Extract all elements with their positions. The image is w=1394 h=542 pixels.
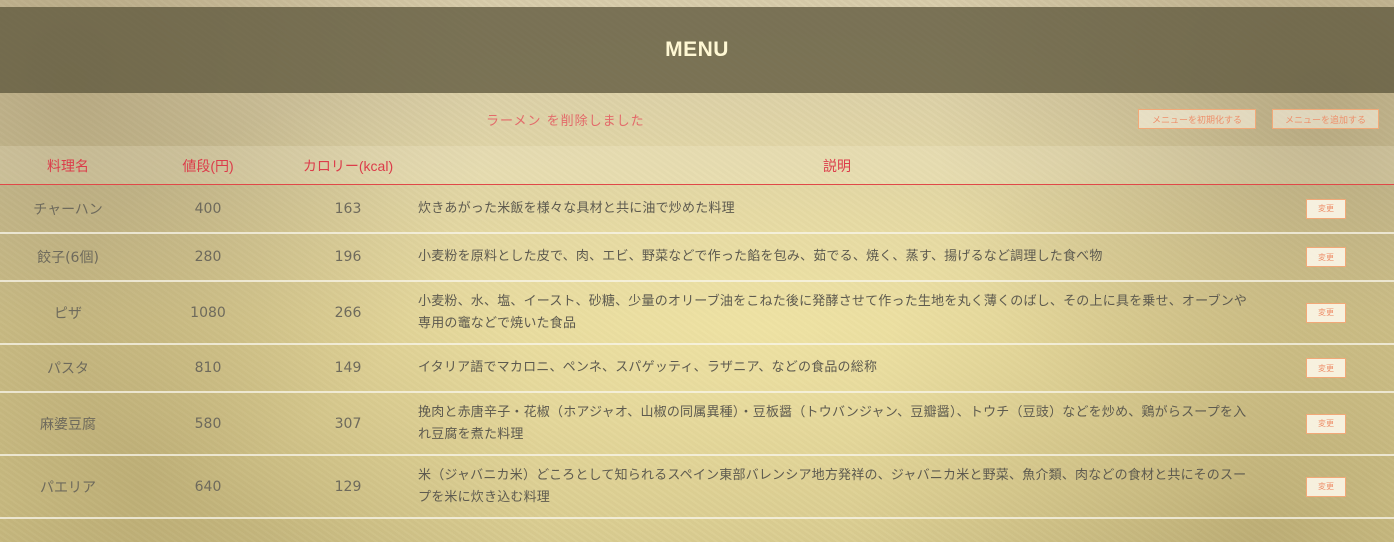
dish-name: パスタ (47, 361, 89, 377)
edit-button[interactable]: 変更 (1306, 413, 1346, 434)
dish-name: パエリア (40, 479, 96, 496)
table-header: 料理名 値段(円) カロリー(kcal) 説明 (0, 146, 1394, 185)
table-row: ピザ 1080 266 小麦粉、水、塩、イースト、砂糖、少量のオリーブ油をこねた… (0, 282, 1394, 345)
dish-price: 400 (194, 200, 222, 217)
dish-description: 挽肉と赤唐辛子・花椒（ホアジャオ、山椒の同属異種）・豆板醤（トウバンジャン、豆瓣… (418, 404, 1247, 442)
dish-name: ピザ (54, 305, 82, 322)
dish-calories: 266 (334, 304, 362, 321)
table-row: パスタ 810 149 イタリア語でマカロニ、ペンネ、スパゲッティ、ラザニア、な… (0, 345, 1394, 393)
dish-description: 小麦粉、水、塩、イースト、砂糖、少量のオリーブ油をこねた後に発酵させて作った生地… (418, 293, 1248, 331)
dish-price: 810 (194, 360, 222, 376)
edit-button[interactable]: 変更 (1306, 358, 1346, 378)
page-title: MENU (665, 38, 729, 61)
column-header-calories: カロリー(kcal) (302, 158, 394, 174)
edit-button[interactable]: 変更 (1306, 198, 1346, 219)
status-message: ラーメン を削除しました (486, 114, 645, 129)
dish-name: 餃子(6個) (37, 250, 99, 266)
dish-calories: 307 (334, 415, 362, 432)
dish-price: 580 (194, 415, 222, 432)
dish-calories: 196 (334, 249, 362, 265)
dish-calories: 163 (334, 200, 362, 217)
edit-button[interactable]: 変更 (1306, 302, 1346, 323)
add-menu-button[interactable]: メニューを追加する (1272, 109, 1379, 129)
edit-button[interactable]: 変更 (1306, 476, 1346, 497)
dish-calories: 149 (334, 360, 362, 376)
table-row: 餃子(6個) 280 196 小麦粉を原料とした皮で、肉、エビ、野菜などで作った… (0, 234, 1394, 282)
dish-name: チャーハン (33, 201, 103, 218)
dish-description: 炊きあがった米飯を様々な具材と共に油で炒めた料理 (418, 200, 735, 216)
column-header-price: 値段(円) (182, 158, 234, 174)
table-row: パエリア 640 129 米（ジャバニカ米）どころとして知られるスペイン東部バレ… (0, 456, 1394, 519)
reset-menu-button[interactable]: メニューを初期化する (1138, 109, 1256, 129)
dish-price: 640 (194, 478, 222, 495)
table-row: チャーハン 400 163 炊きあがった米飯を様々な具材と共に油で炒めた料理 変… (0, 185, 1394, 234)
column-header-description: 説明 (823, 158, 851, 174)
dish-description: 小麦粉を原料とした皮で、肉、エビ、野菜などで作った餡を包み、茹でる、焼く、蒸す、… (418, 249, 1103, 264)
dish-price: 280 (194, 249, 222, 265)
table-row: 麻婆豆腐 580 307 挽肉と赤唐辛子・花椒（ホアジャオ、山椒の同属異種）・豆… (0, 393, 1394, 456)
dish-price: 1080 (190, 304, 226, 321)
dish-description: 米（ジャバニカ米）どころとして知られるスペイン東部バレンシア地方発祥の、ジャバニ… (418, 467, 1247, 505)
dish-name: 麻婆豆腐 (40, 416, 96, 433)
dish-calories: 129 (334, 478, 362, 495)
page-header: MENU (0, 7, 1394, 93)
edit-button[interactable]: 変更 (1306, 247, 1346, 267)
dish-description: イタリア語でマカロニ、ペンネ、スパゲッティ、ラザニア、などの食品の総称 (418, 360, 878, 375)
column-header-name: 料理名 (47, 158, 89, 174)
